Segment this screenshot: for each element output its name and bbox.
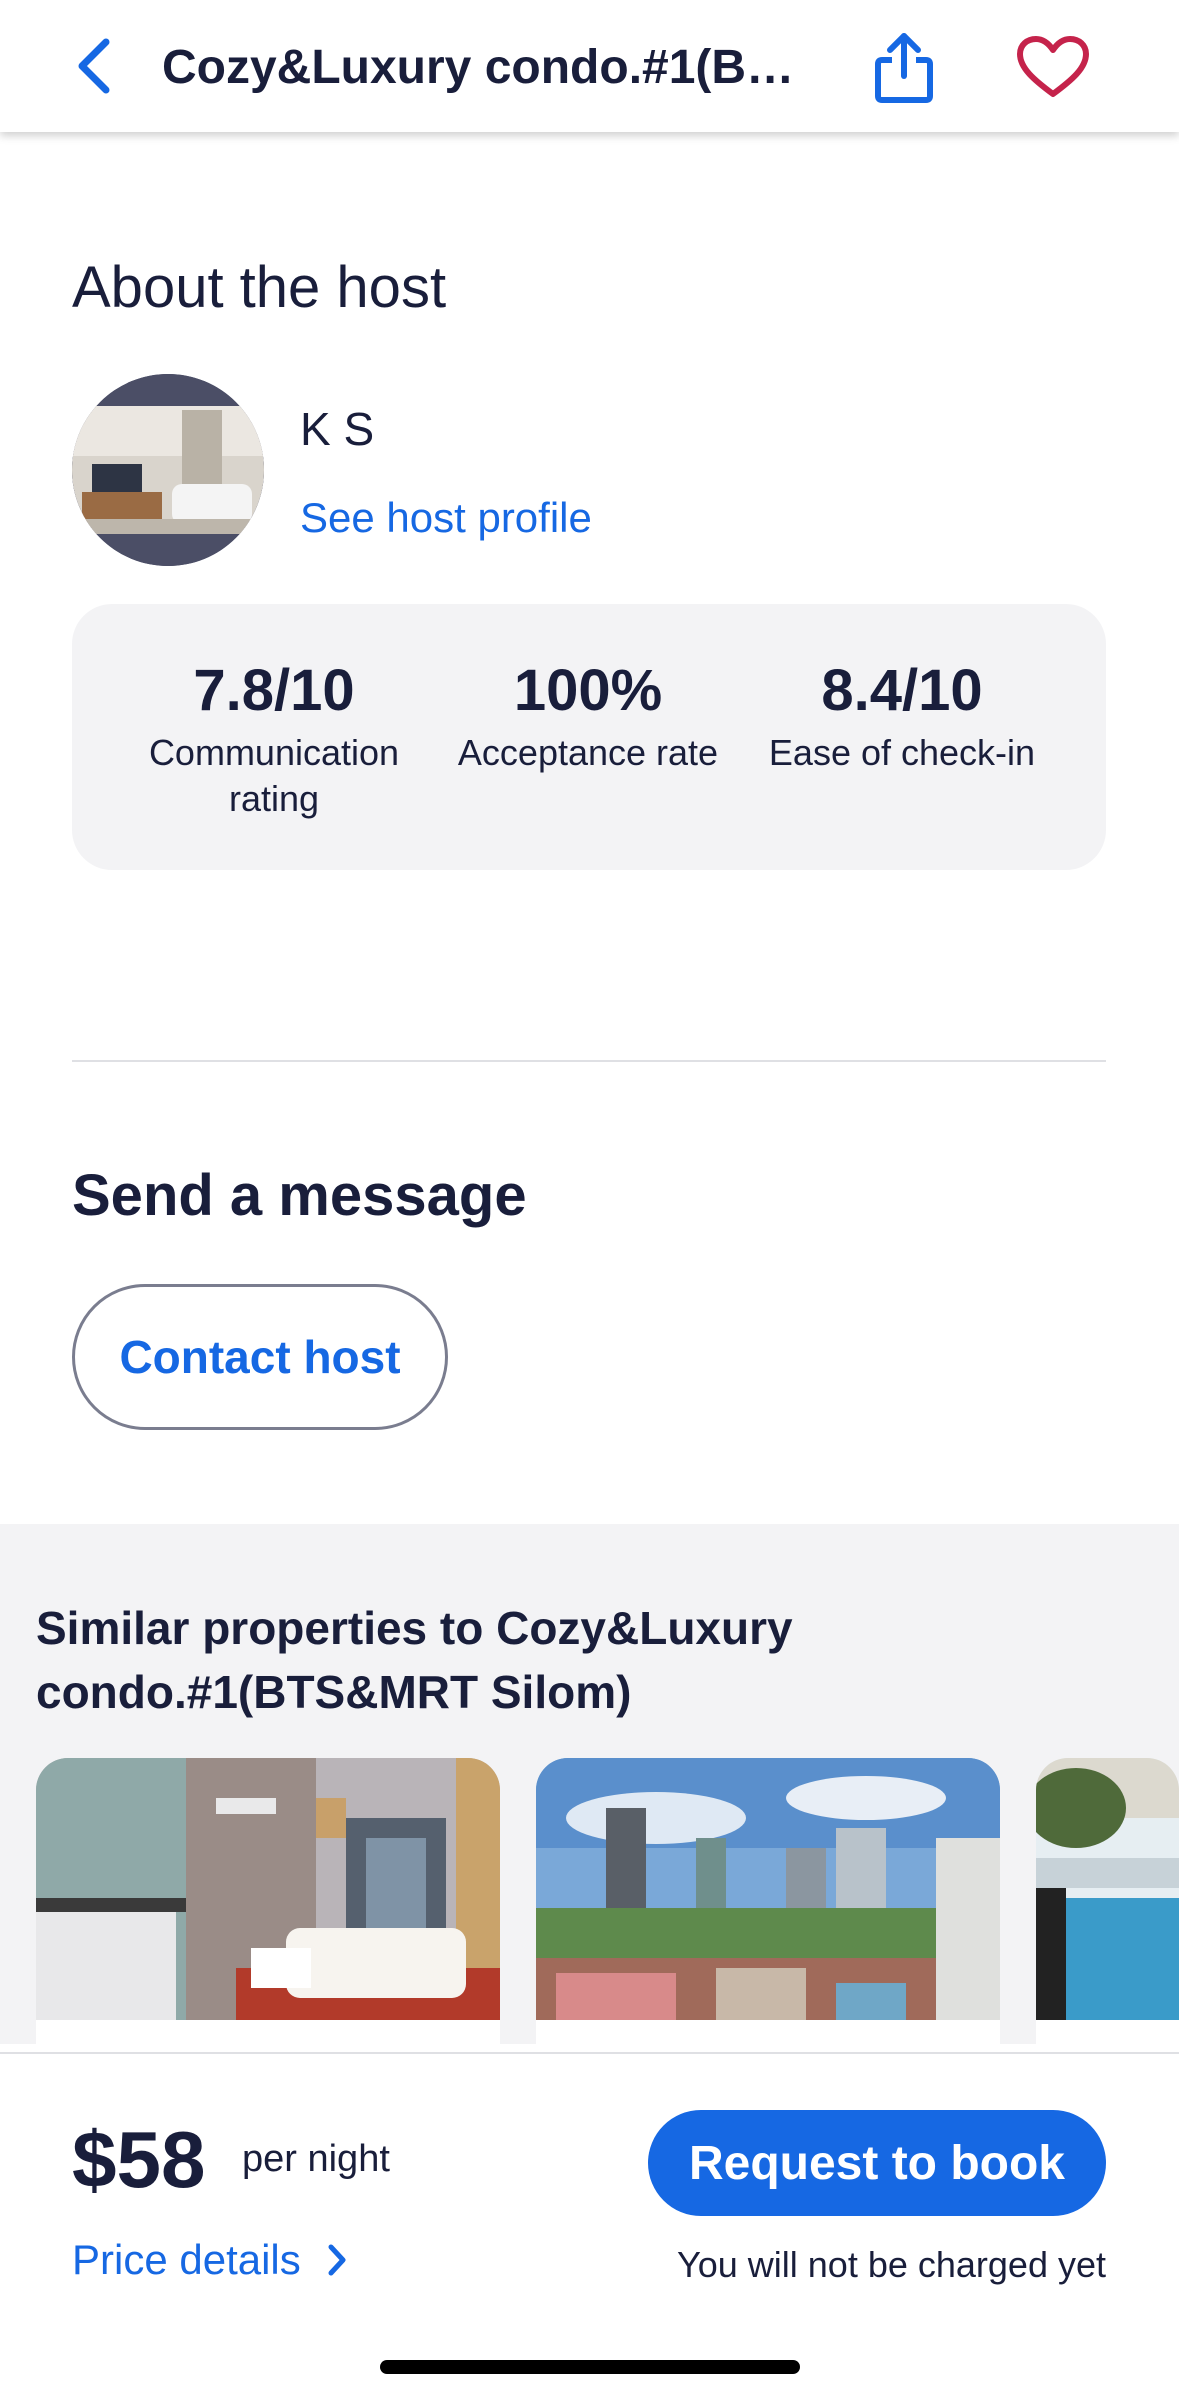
stat-value: 8.4/10 — [821, 658, 983, 723]
page-title: Cozy&Luxury condo.#1(BTS&MRT Silom) — [162, 41, 822, 94]
property-card[interactable] — [1036, 1758, 1179, 2058]
price-details-label: Price details — [72, 2236, 301, 2283]
stat-communication: 7.8/10 Communication rating — [124, 656, 424, 822]
about-host-heading: About the host — [72, 255, 447, 320]
see-host-profile-link[interactable]: See host profile — [300, 494, 592, 542]
property-image — [36, 1758, 500, 2020]
home-indicator[interactable] — [380, 2360, 800, 2374]
similar-properties-section: Similar properties to Cozy&Luxury condo.… — [0, 1524, 1179, 2058]
share-icon — [875, 33, 933, 103]
property-image — [536, 1758, 1000, 2020]
chevron-right-icon — [328, 2244, 346, 2276]
top-app-bar: Cozy&Luxury condo.#1(BTS&MRT Silom) — [0, 0, 1179, 132]
property-card[interactable] — [36, 1758, 500, 2058]
stat-acceptance: 100% Acceptance rate — [438, 656, 738, 776]
request-to-book-button[interactable]: Request to book — [648, 2110, 1106, 2216]
section-divider — [72, 1060, 1106, 1062]
share-button[interactable] — [868, 30, 940, 106]
host-avatar[interactable] — [72, 374, 264, 566]
price-details-link[interactable]: Price details — [72, 2236, 347, 2284]
price-unit: per night — [242, 2138, 390, 2180]
host-name: K S — [300, 403, 375, 455]
chevron-left-icon — [78, 38, 110, 94]
booking-bar: $58 per night Price details Request to b… — [0, 2052, 1179, 2396]
not-charged-note: You will not be charged yet — [677, 2244, 1106, 2285]
property-card[interactable] — [536, 1758, 1000, 2058]
similar-properties-heading: Similar properties to Cozy&Luxury condo.… — [36, 1602, 793, 1718]
property-image — [1036, 1758, 1179, 2020]
back-button[interactable] — [68, 34, 124, 98]
avatar-image — [72, 374, 264, 566]
stat-value: 7.8/10 — [193, 658, 355, 723]
stat-label: Ease of check-in — [768, 732, 1036, 773]
contact-host-button[interactable]: Contact host — [72, 1284, 448, 1430]
price-amount: $58 — [72, 2115, 206, 2204]
host-stats-card: 7.8/10 Communication rating 100% Accepta… — [72, 604, 1106, 870]
send-message-heading: Send a message — [72, 1163, 527, 1228]
stat-label: Acceptance rate — [457, 732, 719, 773]
stat-label: Communication rating — [148, 732, 400, 819]
stat-check-in: 8.4/10 Ease of check-in — [752, 656, 1052, 776]
heart-icon — [1017, 36, 1089, 97]
stat-value: 100% — [513, 658, 663, 723]
favorite-button[interactable] — [1014, 34, 1092, 100]
